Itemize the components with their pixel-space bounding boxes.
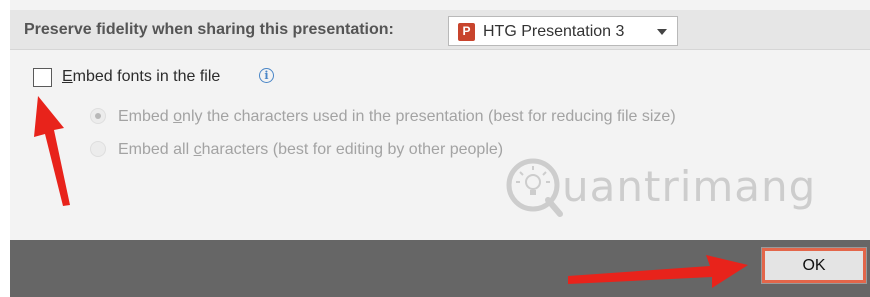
lightbulb-logo-icon xyxy=(506,158,563,217)
ok-button[interactable]: OK xyxy=(761,247,867,284)
embed-fonts-label[interactable]: Embed fonts in the file xyxy=(62,68,220,86)
watermark-text: uantrimang xyxy=(562,162,817,211)
embed-only-used-radio[interactable] xyxy=(90,108,106,124)
dialog-footer: OK xyxy=(10,240,870,297)
embed-all-label[interactable]: Embed all characters (best for editing b… xyxy=(118,141,503,159)
chevron-down-icon[interactable] xyxy=(657,29,667,35)
embed-fonts-checkbox[interactable] xyxy=(33,68,52,87)
embed-only-used-label[interactable]: Embed only the characters used in the pr… xyxy=(118,108,676,126)
fidelity-header: Preserve fidelity when sharing this pres… xyxy=(10,10,870,50)
fidelity-label: Preserve fidelity when sharing this pres… xyxy=(24,21,394,38)
embed-all-radio[interactable] xyxy=(90,141,106,157)
ok-button-label: OK xyxy=(802,257,826,274)
info-icon[interactable]: i xyxy=(259,68,274,83)
quantrimang-watermark: uantrimang xyxy=(500,152,830,222)
presentation-select-value: HTG Presentation 3 xyxy=(483,23,625,40)
powerpoint-icon: P xyxy=(458,23,475,41)
font-options-dialog: Preserve fidelity when sharing this pres… xyxy=(10,0,870,297)
radio-selected-dot xyxy=(95,113,101,119)
presentation-select[interactable]: P HTG Presentation 3 xyxy=(448,16,678,46)
